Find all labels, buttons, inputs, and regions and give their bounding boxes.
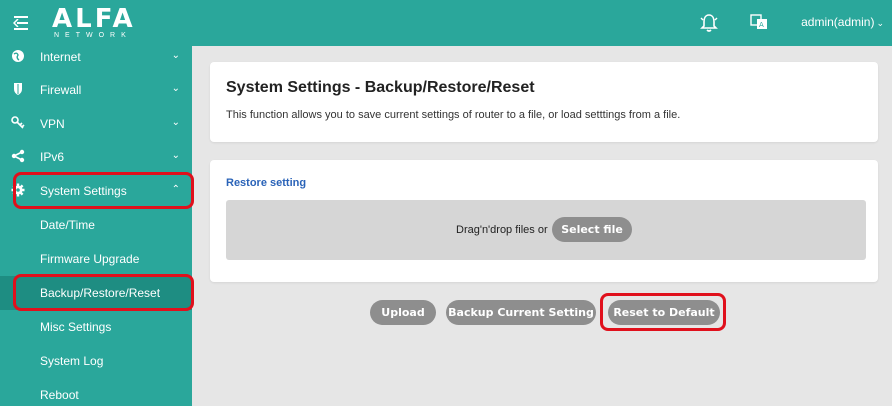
sidebar-subitem-system-log[interactable]: System Log: [0, 344, 192, 378]
sidebar-item-firewall[interactable]: Firewall ⌄: [0, 73, 192, 107]
logo-text: ALFA: [52, 4, 136, 34]
sidebar-subitem-label: Firmware Upgrade: [40, 252, 140, 266]
globe-icon: [11, 49, 25, 63]
notification-bell-icon[interactable]: [700, 13, 718, 33]
alfa-logo[interactable]: ALFA NETWORK: [52, 6, 136, 40]
restore-setting-card: Restore setting Drag'n'drop files or Sel…: [210, 160, 878, 282]
sidebar-subitem-misc-settings[interactable]: Misc Settings: [0, 310, 192, 344]
sidebar-item-ipv6[interactable]: IPv6 ⌄: [0, 140, 192, 174]
language-icon[interactable]: A: [750, 13, 768, 33]
upload-button[interactable]: Upload: [370, 300, 436, 325]
sidebar-subitem-reboot[interactable]: Reboot: [0, 378, 192, 406]
page-title: System Settings - Backup/Restore/Reset: [226, 79, 535, 96]
sidebar-subitem-firmware-upgrade[interactable]: Firmware Upgrade: [0, 242, 192, 276]
sidebar-subitem-label: System Log: [40, 354, 104, 368]
sidebar: Internet ⌄ Firewall ⌄ VPN ⌄ IPv6 ⌄ Syste…: [0, 46, 192, 406]
sidebar-item-label: Firewall: [40, 83, 82, 97]
share-icon: [11, 149, 25, 163]
menu-toggle-icon[interactable]: [13, 15, 30, 31]
sidebar-subitem-label: Reboot: [40, 388, 79, 402]
chevron-down-icon: ⌄: [876, 18, 884, 28]
chevron-up-icon: ⌃: [171, 184, 180, 195]
chevron-down-icon: ⌄: [171, 117, 180, 128]
user-name: admin(admin): [801, 15, 875, 29]
sidebar-item-system-settings[interactable]: System Settings ⌃: [0, 174, 192, 208]
sidebar-item-vpn[interactable]: VPN ⌄: [0, 107, 192, 141]
svg-text:A: A: [759, 21, 764, 29]
backup-current-setting-button[interactable]: Backup Current Setting: [446, 300, 596, 325]
file-dropzone[interactable]: Drag'n'drop files or Select file: [226, 200, 866, 260]
restore-setting-title: Restore setting: [226, 177, 307, 189]
chevron-down-icon: ⌄: [171, 50, 180, 61]
key-icon: [11, 116, 25, 130]
sidebar-item-label: VPN: [40, 117, 65, 131]
gear-icon: [11, 183, 25, 197]
page-header-card: System Settings - Backup/Restore/Reset T…: [210, 62, 878, 142]
sidebar-subitem-backup-restore-reset[interactable]: Backup/Restore/Reset: [0, 276, 192, 310]
chevron-down-icon: ⌄: [171, 150, 180, 161]
reset-to-default-button[interactable]: Reset to Default: [608, 300, 720, 325]
sidebar-item-label: IPv6: [40, 150, 65, 164]
sidebar-subitem-label: Backup/Restore/Reset: [40, 286, 161, 300]
chevron-down-icon: ⌄: [171, 83, 180, 94]
dropzone-text: Drag'n'drop files or: [456, 224, 548, 236]
sidebar-subitem-label: Date/Time: [40, 218, 95, 232]
sidebar-item-label: Internet: [40, 50, 81, 64]
logo-subtext: NETWORK: [54, 32, 132, 39]
shield-icon: [11, 82, 25, 96]
sidebar-subitem-date-time[interactable]: Date/Time: [0, 208, 192, 242]
sidebar-item-internet[interactable]: Internet ⌄: [0, 40, 192, 74]
sidebar-item-label: System Settings: [40, 184, 127, 198]
user-menu[interactable]: admin(admin) ⌄: [801, 15, 884, 29]
select-file-button[interactable]: Select file: [552, 217, 632, 242]
sidebar-subitem-label: Misc Settings: [40, 320, 112, 334]
page-description: This function allows you to save current…: [226, 109, 681, 121]
